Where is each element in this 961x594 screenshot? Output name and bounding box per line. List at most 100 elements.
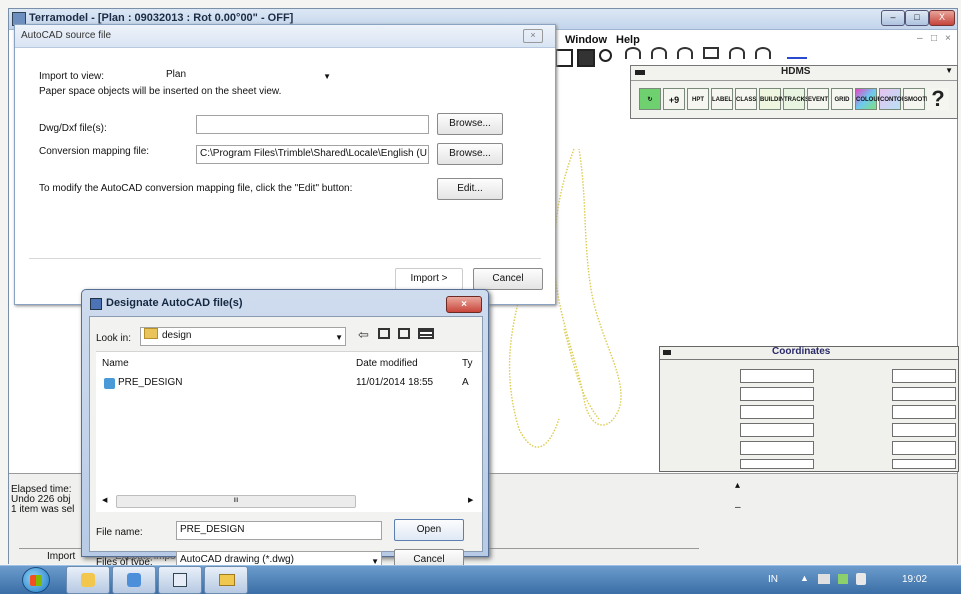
edit-button[interactable]: Edit...: [437, 178, 503, 200]
zoom-previous-icon[interactable]: [755, 47, 771, 59]
zoom-icon[interactable]: [599, 49, 612, 62]
start-button[interactable]: [22, 567, 50, 593]
file-dialog-body: Look in: design ▼ ⇦ Name Date modified T…: [89, 316, 483, 552]
zoom-in-icon[interactable]: [625, 47, 641, 59]
mdi-restore-icon[interactable]: □: [931, 33, 937, 44]
coord-left-4[interactable]: [740, 423, 814, 437]
taskbar-folder-button[interactable]: [204, 566, 248, 594]
volume-icon[interactable]: [838, 574, 848, 584]
back-arrow-icon[interactable]: ⇦: [358, 327, 369, 343]
minimize-button[interactable]: –: [881, 10, 905, 26]
hdms-tracks-icon[interactable]: TRACKS: [783, 88, 809, 110]
tray-arrow-icon[interactable]: ▲: [800, 573, 809, 583]
menu-help[interactable]: Help: [616, 34, 640, 46]
up-folder-icon[interactable]: [378, 328, 390, 339]
mdi-minimize-icon[interactable]: –: [917, 33, 923, 44]
save-icon[interactable]: [577, 49, 595, 67]
coordinates-grip-icon[interactable]: [663, 350, 671, 355]
coord-right-5[interactable]: [892, 441, 956, 455]
hdms-event-icon[interactable]: EVENT: [807, 88, 829, 110]
browse-mapping-button[interactable]: Browse...: [437, 143, 503, 165]
hdms-help-label: ?: [931, 86, 945, 111]
hdms-plus9-icon[interactable]: +9: [663, 88, 685, 110]
dwg-files-input[interactable]: [196, 115, 429, 134]
action-center-icon[interactable]: [856, 573, 866, 585]
edit-label: Edit...: [457, 183, 483, 194]
coordinates-titlebar: Coordinates: [660, 346, 958, 360]
hdms-grid-icon[interactable]: GRID: [831, 88, 853, 110]
network-icon[interactable]: [818, 574, 830, 584]
terrain-outline-3: [563, 328, 600, 420]
coord-left-2[interactable]: [740, 387, 814, 401]
column-date-modified[interactable]: Date modified: [356, 358, 418, 369]
coord-left-6[interactable]: [740, 459, 814, 469]
file-name-input[interactable]: PRE_DESIGN: [176, 521, 382, 540]
hdms-grip-icon[interactable]: [635, 70, 645, 75]
scroll-thumb[interactable]: III: [116, 495, 356, 508]
taskbar-terramodel-button[interactable]: [158, 566, 202, 594]
mdi-close-icon[interactable]: ×: [945, 33, 951, 44]
menu-window[interactable]: Window: [565, 34, 607, 46]
import-tab[interactable]: Import: [47, 551, 75, 562]
hdms-draw-icon[interactable]: ↻: [639, 88, 661, 110]
source-cancel-label: Cancel: [492, 273, 524, 284]
look-in-select[interactable]: design ▼: [140, 327, 346, 346]
zoom-extents-icon[interactable]: [729, 47, 745, 59]
source-dialog-close-icon[interactable]: ×: [523, 29, 543, 43]
open-button[interactable]: Open: [394, 519, 464, 541]
taskbar-clock[interactable]: 19:02: [902, 574, 927, 585]
save-all-icon[interactable]: [555, 49, 573, 67]
hdms-class-icon[interactable]: CLASS: [735, 88, 757, 110]
file-dialog-titlebar: Designate AutoCAD file(s) ×: [82, 290, 488, 314]
autocad-source-dialog: AutoCAD source file × Import to view: Pl…: [14, 24, 556, 305]
hdms-colour-icon[interactable]: COLOUR: [855, 88, 882, 110]
coord-left-1[interactable]: [740, 369, 814, 383]
taskbar-app2-button[interactable]: [112, 566, 156, 594]
column-name[interactable]: Name: [102, 358, 129, 369]
close-button[interactable]: X: [929, 10, 955, 26]
pan-icon[interactable]: [703, 47, 719, 59]
source-cancel-button[interactable]: Cancel: [473, 268, 543, 290]
hdms-smooth-icon[interactable]: SMOOTH: [903, 88, 930, 110]
taskbar-explorer-button[interactable]: [66, 566, 110, 594]
hdms-building-icon[interactable]: BUILDING: [759, 88, 789, 110]
file-dialog-close-button[interactable]: ×: [446, 296, 482, 313]
file-row-date: 11/01/2014 18:55: [356, 377, 434, 388]
zoom-window-icon[interactable]: [677, 47, 693, 59]
import-to-view-select[interactable]: Plan ▼: [163, 67, 333, 84]
column-type[interactable]: Ty: [462, 358, 473, 369]
main-title: Terramodel - [Plan : 09032013 : Rot 0.00…: [29, 12, 294, 24]
coord-right-1[interactable]: [892, 369, 956, 383]
hdms-hpt-icon[interactable]: HPT: [687, 88, 709, 110]
zoom-out-icon[interactable]: [651, 47, 667, 59]
terrain-outline-2: [508, 298, 560, 448]
horizontal-scrollbar[interactable]: ◀ III ▶: [98, 494, 482, 508]
hdms-grid-label: GRID: [834, 97, 850, 103]
hdms-help-icon[interactable]: ?: [927, 88, 949, 110]
view-menu-icon[interactable]: [418, 328, 434, 339]
language-indicator[interactable]: IN: [768, 574, 778, 585]
scroll-right-icon[interactable]: ▶: [468, 496, 473, 504]
hdms-label-icon[interactable]: LABEL: [711, 88, 733, 110]
chevron-down-icon: ▼: [323, 72, 331, 81]
windows-logo-icon: [30, 575, 42, 586]
redraw-icon[interactable]: [787, 49, 807, 59]
coord-left-5[interactable]: [740, 441, 814, 455]
coord-left-3[interactable]: [740, 405, 814, 419]
hdms-toolbar-titlebar: HDMS ▼: [631, 66, 957, 81]
import-to-view-label: Import to view:: [39, 71, 105, 82]
coord-right-4[interactable]: [892, 423, 956, 437]
maximize-button[interactable]: □: [905, 10, 929, 26]
coord-right-3[interactable]: [892, 405, 956, 419]
hdms-dropdown-icon[interactable]: ▼: [945, 66, 953, 75]
browse-dwg-button[interactable]: Browse...: [437, 113, 503, 135]
coord-right-2[interactable]: [892, 387, 956, 401]
scroll-left-icon[interactable]: ◀: [102, 496, 107, 504]
import-button[interactable]: Import >: [395, 268, 463, 290]
file-row[interactable]: PRE_DESIGN 11/01/2014 18:55 A: [96, 376, 482, 392]
new-folder-icon[interactable]: [398, 328, 410, 339]
hdms-contour-icon[interactable]: CONTOUR: [879, 88, 910, 110]
coord-right-6[interactable]: [892, 459, 956, 469]
mapping-file-input[interactable]: C:\Program Files\Trimble\Shared\Locale\E…: [196, 145, 429, 164]
coordinates-panel: Coordinates: [659, 346, 959, 472]
